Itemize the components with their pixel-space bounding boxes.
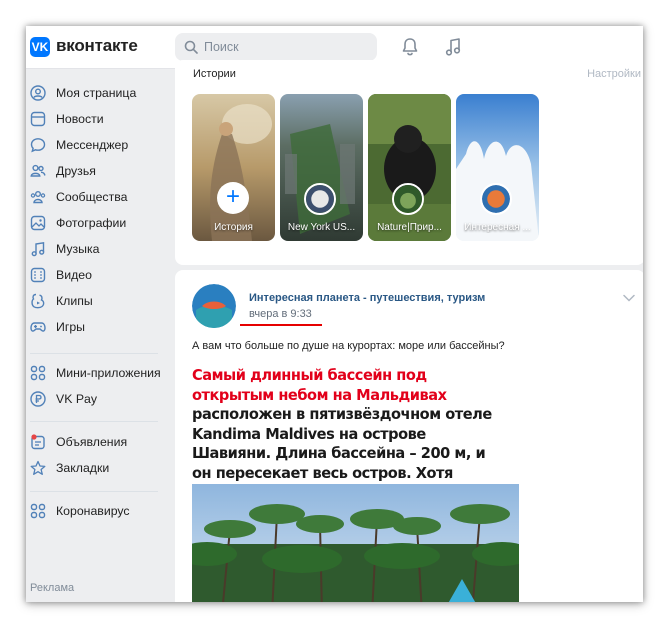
classifieds-icon — [31, 434, 45, 450]
sidebar-item-label: Мессенджер — [56, 138, 129, 152]
video-icon — [30, 267, 46, 283]
sidebar-item-label: VK Pay — [56, 392, 98, 406]
story-caption: Nature|Прир... — [377, 222, 442, 233]
photo-icon — [30, 215, 46, 231]
sidebar-item-friends[interactable]: Друзья — [30, 159, 166, 183]
star-icon — [30, 460, 46, 475]
ads-label: Реклама — [30, 582, 75, 594]
apps-icon — [30, 365, 46, 381]
story-create[interactable]: + История — [192, 94, 275, 241]
sidebar-item-vk-pay[interactable]: VK Pay — [30, 387, 166, 411]
sidebar-divider — [30, 353, 158, 354]
music-note-icon[interactable] — [444, 37, 462, 57]
sidebar-item-my-page[interactable]: Моя страница — [30, 81, 166, 105]
story-item[interactable]: Nature|Прир... — [368, 94, 451, 241]
sidebar-item-label: Коронавирус — [56, 504, 130, 518]
sidebar-item-bookmarks[interactable]: Закладки — [30, 456, 166, 480]
sidebar-item-label: Закладки — [56, 461, 110, 475]
post-image-text: Самый длинный бассейн под открытым небом… — [192, 366, 502, 503]
story-avatar — [392, 183, 424, 215]
story-caption: История — [214, 222, 253, 233]
chat-bubble-icon — [30, 138, 46, 153]
sidebar-item-label: Игры — [56, 320, 86, 334]
communities-icon — [30, 191, 46, 204]
sidebar-item-label: Клипы — [56, 294, 93, 308]
sidebar-item-label: Фотографии — [56, 216, 127, 230]
post-image-caption[interactable]: Самый длинный бассейн под открытым небом… — [192, 366, 520, 501]
sidebar-item-label: Объявления — [56, 435, 128, 449]
browser-window: VK вконтакте Поиск Моя страница Новости — [26, 26, 643, 602]
sidebar-item-music[interactable]: Музыка — [30, 237, 166, 261]
clips-icon — [31, 293, 45, 309]
sidebar-item-photos[interactable]: Фотографии — [30, 211, 166, 235]
story-thumbnail — [280, 94, 363, 241]
search-input[interactable]: Поиск — [175, 33, 377, 61]
sidebar-item-coronavirus[interactable]: Коронавирус — [30, 499, 166, 523]
post-author-name[interactable]: Интересная планета - путешествия, туризм — [249, 292, 485, 304]
news-icon — [30, 111, 46, 127]
sidebar-divider — [30, 421, 158, 422]
story-item[interactable]: Интересная ... — [456, 94, 539, 241]
vkpay-icon — [30, 391, 46, 407]
post-photo-image — [192, 484, 519, 602]
story-caption: New York US... — [287, 222, 356, 233]
stories-settings-link[interactable]: Настройки — [587, 68, 641, 80]
stories-title: Истории — [193, 68, 236, 80]
vk-logo-icon[interactable]: VK — [30, 37, 50, 57]
post-image-text-highlight: Самый длинный бассейн под открытым небом… — [192, 366, 447, 404]
story-item[interactable]: New York US... — [280, 94, 363, 241]
sidebar-item-label: Моя страница — [56, 86, 137, 100]
post-photo[interactable] — [192, 484, 519, 602]
left-sidebar: Моя страница Новости Мессенджер Друзья С… — [26, 69, 171, 602]
bell-icon[interactable] — [401, 37, 419, 57]
sidebar-item-label: Друзья — [56, 164, 96, 178]
sidebar-item-messenger[interactable]: Мессенджер — [30, 133, 166, 157]
gamepad-icon — [30, 322, 46, 332]
timestamp-highlight-underline — [240, 324, 322, 326]
sidebar-item-label: Новости — [56, 112, 104, 126]
user-circle-icon — [30, 85, 46, 101]
search-icon — [184, 40, 198, 54]
search-placeholder: Поиск — [204, 40, 239, 54]
story-thumbnail — [192, 94, 275, 241]
story-thumbnail — [368, 94, 451, 241]
story-caption: Интересная ... — [464, 222, 531, 233]
apps-icon — [30, 503, 46, 519]
story-thumbnail — [456, 94, 539, 241]
sidebar-item-label: Видео — [56, 268, 92, 282]
post-timestamp[interactable]: вчера в 9:33 — [249, 308, 312, 320]
sidebar-item-news[interactable]: Новости — [30, 107, 166, 131]
add-story-plus-icon: + — [217, 182, 249, 214]
sidebar-item-mini-apps[interactable]: Мини-приложения — [30, 361, 166, 385]
post-author-avatar-image — [192, 284, 236, 328]
sidebar-item-label: Музыка — [56, 242, 100, 256]
sidebar-item-label: Мини-приложения — [56, 366, 161, 380]
sidebar-item-clips[interactable]: Клипы — [30, 289, 166, 313]
sidebar-item-video[interactable]: Видео — [30, 263, 166, 287]
feed-post: Интересная планета - путешествия, туризм… — [175, 270, 643, 602]
sidebar-item-communities[interactable]: Сообщества — [30, 185, 166, 209]
post-text: А вам что больше по душе на курортах: мо… — [192, 340, 505, 352]
music-icon — [31, 241, 45, 257]
stories-card: Истории Настройки + История New York US.… — [175, 60, 643, 265]
post-author-avatar[interactable] — [192, 284, 236, 328]
story-avatar — [304, 183, 336, 215]
sidebar-item-games[interactable]: Игры — [30, 315, 166, 339]
sidebar-item-label: Сообщества — [56, 190, 128, 204]
friends-icon — [30, 164, 46, 177]
logo-text[interactable]: вконтакте — [56, 36, 138, 56]
sidebar-divider — [30, 491, 158, 492]
story-avatar — [480, 183, 512, 215]
chevron-down-icon[interactable] — [623, 294, 635, 302]
sidebar-item-classifieds[interactable]: Объявления — [30, 430, 166, 454]
